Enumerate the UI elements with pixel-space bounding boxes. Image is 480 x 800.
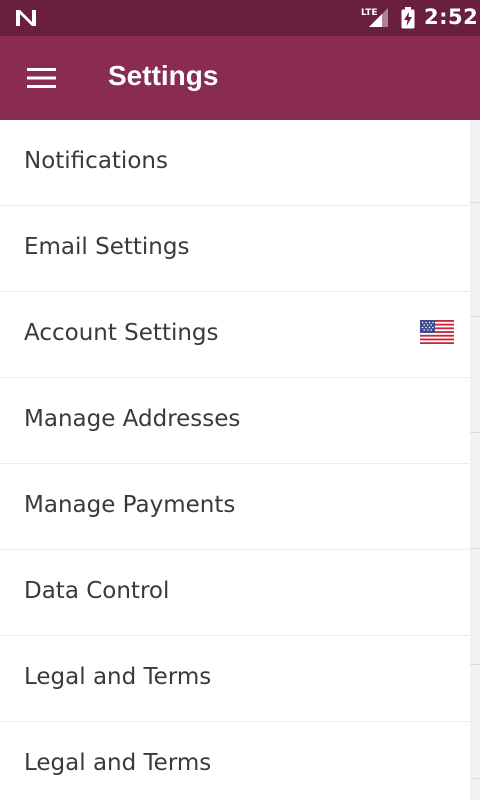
us-flag-icon bbox=[420, 320, 454, 344]
settings-item-label: Account Settings bbox=[24, 320, 219, 346]
settings-item-notifications[interactable]: Notifications bbox=[0, 120, 470, 206]
settings-item-label: Notifications bbox=[24, 148, 168, 174]
settings-item-data-control[interactable]: Data Control bbox=[0, 550, 470, 636]
lte-signal-icon: LTE bbox=[361, 8, 388, 27]
settings-item-label: Legal and Terms bbox=[24, 750, 212, 776]
settings-item-legal-and-terms[interactable]: Legal and Terms bbox=[0, 636, 470, 722]
clock-time: 2:52 bbox=[424, 5, 479, 29]
settings-item-manage-addresses[interactable]: Manage Addresses bbox=[0, 378, 470, 464]
status-bar: LTE 2:52 bbox=[0, 0, 480, 36]
divider bbox=[470, 316, 480, 317]
hamburger-menu-icon bbox=[27, 68, 56, 88]
settings-item-label: Legal and Terms bbox=[24, 664, 212, 690]
background-screen-edge bbox=[470, 120, 480, 800]
divider bbox=[470, 548, 480, 549]
settings-item-label: Data Control bbox=[24, 578, 170, 604]
n-logo-icon bbox=[16, 10, 36, 26]
page-title: Settings bbox=[108, 60, 219, 91]
settings-item-legal-and-terms[interactable]: Legal and Terms bbox=[0, 722, 470, 800]
settings-item-label: Manage Addresses bbox=[24, 406, 241, 432]
settings-item-label: Email Settings bbox=[24, 234, 190, 260]
divider bbox=[470, 778, 480, 779]
settings-item-account-settings[interactable]: Account Settings bbox=[0, 292, 470, 378]
settings-list: Notifications Email Settings Account Set… bbox=[0, 120, 470, 800]
battery-charging-icon bbox=[401, 7, 415, 29]
network-label: LTE bbox=[361, 8, 378, 18]
divider bbox=[470, 432, 480, 433]
divider bbox=[470, 202, 480, 203]
divider bbox=[470, 664, 480, 665]
app-bar: Settings bbox=[0, 36, 480, 120]
menu-button[interactable] bbox=[18, 58, 66, 98]
settings-item-manage-payments[interactable]: Manage Payments bbox=[0, 464, 470, 550]
settings-item-email-settings[interactable]: Email Settings bbox=[0, 206, 470, 292]
settings-item-label: Manage Payments bbox=[24, 492, 236, 518]
